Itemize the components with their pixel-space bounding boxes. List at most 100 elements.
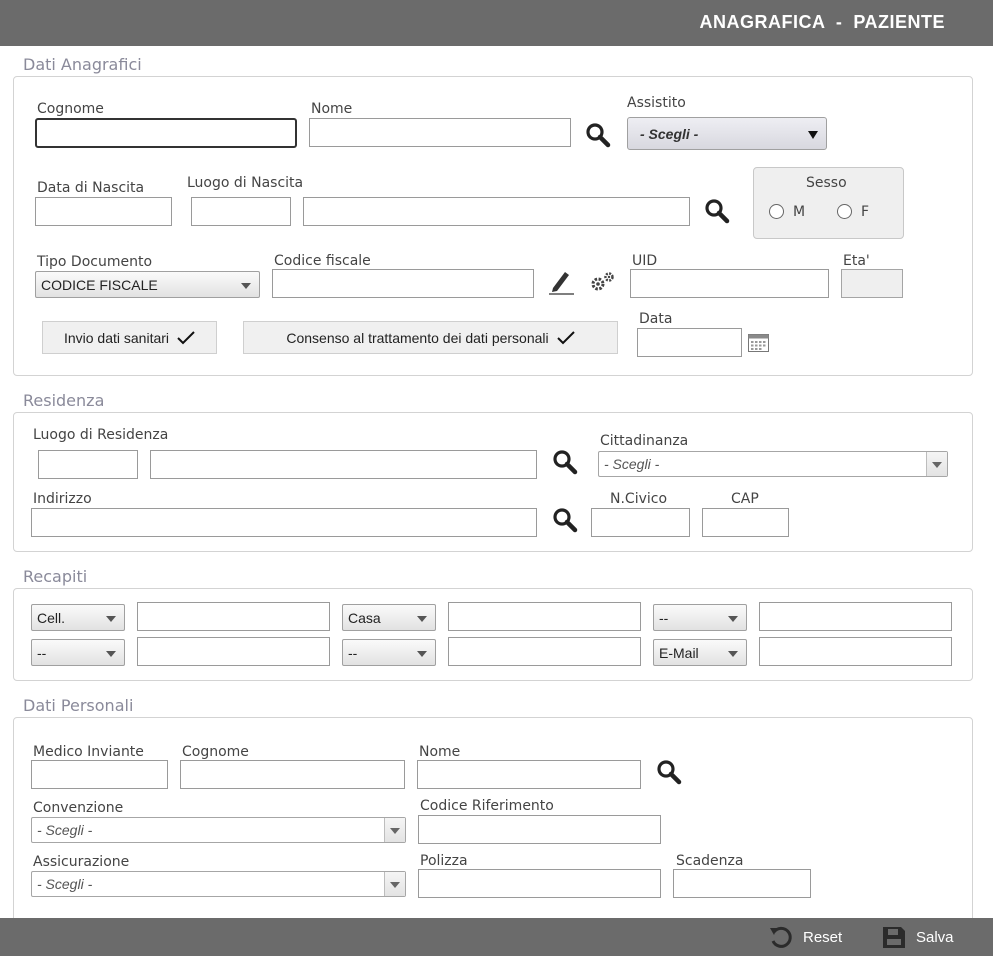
sesso-group: Sesso M F <box>753 167 904 239</box>
recapito-type-value: Cell. <box>37 609 66 626</box>
recapito-type-select[interactable]: -- <box>342 639 436 666</box>
search-icon[interactable] <box>704 198 730 224</box>
header-bar: ANAGRAFICA - PAZIENTE <box>0 0 993 46</box>
recapito-input[interactable] <box>448 637 641 666</box>
recapito-input[interactable] <box>137 602 330 631</box>
assistito-select[interactable]: - Scegli - <box>627 117 827 150</box>
search-icon[interactable] <box>552 507 578 533</box>
chevron-down-icon <box>932 462 942 468</box>
indirizzo-input[interactable] <box>31 508 537 537</box>
cittadinanza-label: Cittadinanza <box>600 433 689 449</box>
data-consenso-input[interactable] <box>637 328 742 357</box>
reset-label: Reset <box>803 928 843 946</box>
recapito-type-value: -- <box>659 609 669 626</box>
assicurazione-label: Assicurazione <box>33 854 130 870</box>
civico-input[interactable] <box>591 508 690 537</box>
recapito-type-select[interactable]: -- <box>653 604 747 631</box>
consenso-label: Consenso al trattamento dei dati persona… <box>286 329 549 346</box>
recapito-type-value: -- <box>348 644 358 661</box>
medico-cognome-label: Cognome <box>182 744 249 760</box>
cognome-input[interactable] <box>35 118 297 148</box>
chevron-down-icon <box>390 828 400 834</box>
luogo-residenza-label: Luogo di Residenza <box>33 427 169 443</box>
consenso-toggle[interactable]: Consenso al trattamento dei dati persona… <box>243 321 618 354</box>
medico-inviante-label: Medico Inviante <box>33 744 144 760</box>
section-title-dati-anagrafici: Dati Anagrafici <box>23 55 142 74</box>
chevron-down-icon <box>390 882 400 888</box>
tipo-documento-select[interactable]: CODICE FISCALE <box>35 271 260 298</box>
checkmark-icon <box>177 330 195 344</box>
recapito-type-value: -- <box>37 644 47 661</box>
residenza-code-input[interactable] <box>38 450 138 479</box>
cap-input[interactable] <box>702 508 789 537</box>
luogo-nascita-input[interactable] <box>303 197 690 226</box>
convenzione-select[interactable]: - Scegli - <box>31 817 406 843</box>
recapito-input[interactable] <box>448 602 641 631</box>
gears-icon[interactable] <box>589 270 617 294</box>
sesso-m-radio[interactable] <box>769 204 784 219</box>
polizza-input[interactable] <box>418 869 661 898</box>
medico-code-input[interactable] <box>31 760 168 789</box>
reset-button[interactable]: Reset <box>768 923 842 951</box>
convenzione-label: Convenzione <box>33 800 124 816</box>
recapito-input[interactable] <box>759 637 952 666</box>
cittadinanza-select[interactable]: - Scegli - <box>598 451 948 477</box>
data-nascita-input[interactable] <box>35 197 172 226</box>
chevron-down-icon <box>728 651 738 657</box>
sesso-f-radio[interactable] <box>837 204 852 219</box>
eta-input <box>841 269 903 298</box>
chevron-down-icon <box>241 283 251 289</box>
recapito-input[interactable] <box>137 637 330 666</box>
invio-dati-sanitari-label: Invio dati sanitari <box>63 329 170 346</box>
tipo-documento-label: Tipo Documento <box>37 254 153 270</box>
calendar-icon[interactable] <box>748 333 769 352</box>
checkmark-icon <box>556 330 575 344</box>
recapito-type-select[interactable]: -- <box>31 639 125 666</box>
search-icon[interactable] <box>552 449 578 475</box>
tipo-documento-value: CODICE FISCALE <box>41 276 158 293</box>
luogo-nascita-code-input[interactable] <box>191 197 291 226</box>
codice-fiscale-input[interactable] <box>272 269 534 298</box>
invio-dati-sanitari-toggle[interactable]: Invio dati sanitari <box>42 321 217 354</box>
reset-icon <box>770 926 792 948</box>
recapito-input[interactable] <box>759 602 952 631</box>
scadenza-label: Scadenza <box>676 853 744 869</box>
codice-riferimento-input[interactable] <box>418 815 661 844</box>
chevron-down-icon <box>417 616 427 622</box>
save-icon <box>883 927 905 948</box>
convenzione-value: - Scegli - <box>37 822 93 838</box>
medico-nome-input[interactable] <box>417 760 641 789</box>
sesso-f-label: F <box>861 204 870 220</box>
chevron-down-icon <box>728 616 738 622</box>
medico-nome-label: Nome <box>419 744 461 760</box>
nome-label: Nome <box>311 101 353 117</box>
chevron-down-icon <box>417 651 427 657</box>
footer-bar: Reset Salva <box>0 918 993 956</box>
save-button[interactable]: Salva <box>881 923 954 951</box>
data-nascita-label: Data di Nascita <box>37 180 145 196</box>
recapito-type-select[interactable]: Cell. <box>31 604 125 631</box>
search-icon[interactable] <box>656 759 682 785</box>
recapito-type-select[interactable]: E-Mail <box>653 639 747 666</box>
assicurazione-select[interactable]: - Scegli - <box>31 871 406 897</box>
luogo-nascita-label: Luogo di Nascita <box>187 175 304 191</box>
codice-fiscale-label: Codice fiscale <box>274 253 371 269</box>
nome-input[interactable] <box>309 118 571 147</box>
civico-label: N.Civico <box>610 491 668 507</box>
recapito-type-select[interactable]: Casa <box>342 604 436 631</box>
residenza-luogo-input[interactable] <box>150 450 537 479</box>
chevron-down-icon <box>808 131 818 139</box>
recapito-type-value: Casa <box>348 609 381 626</box>
cittadinanza-value: - Scegli - <box>604 456 660 472</box>
uid-input[interactable] <box>630 269 829 298</box>
search-icon[interactable] <box>585 122 611 148</box>
indirizzo-label: Indirizzo <box>33 491 92 507</box>
scadenza-input[interactable] <box>673 869 811 898</box>
codice-riferimento-label: Codice Riferimento <box>420 798 554 814</box>
recapito-type-value: E-Mail <box>659 644 699 661</box>
medico-cognome-input[interactable] <box>180 760 405 789</box>
section-title-recapiti: Recapiti <box>23 567 88 586</box>
page-title: ANAGRAFICA - PAZIENTE <box>699 12 945 32</box>
pencil-icon[interactable] <box>547 268 575 296</box>
sesso-label: Sesso <box>806 175 847 191</box>
